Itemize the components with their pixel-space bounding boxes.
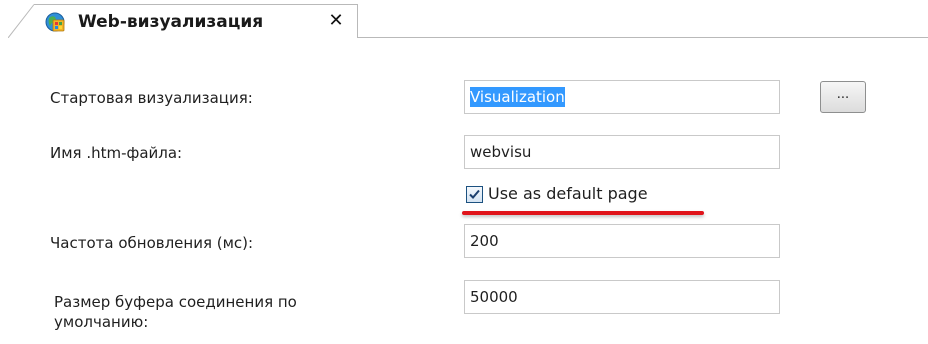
tab-strip: Web-визуализация ✕: [0, 0, 928, 38]
htm-file-name-label: Имя .htm-файла:: [50, 144, 183, 162]
default-page-label[interactable]: Use as default page: [488, 184, 648, 203]
web-visualization-icon: [44, 11, 66, 33]
highlight-underline: [462, 211, 704, 215]
tab-strip-divider: [358, 37, 928, 38]
refresh-rate-label: Частота обновления (мс):: [50, 234, 254, 252]
refresh-rate-input[interactable]: 200: [464, 224, 780, 258]
tab-web-visualization[interactable]: Web-визуализация ✕: [34, 4, 358, 38]
close-icon[interactable]: ✕: [326, 11, 346, 31]
checkmark-icon: [469, 189, 480, 199]
web-visualization-panel: Web-визуализация ✕ Стартовая визуализаци…: [0, 0, 928, 344]
htm-file-name-input[interactable]: webvisu: [464, 135, 780, 169]
buffer-size-label: Размер буфера соединения по умолчанию:: [54, 293, 297, 331]
start-visualization-input[interactable]: Visualization: [464, 80, 780, 114]
buffer-size-input[interactable]: 50000: [464, 280, 780, 314]
start-visualization-label: Стартовая визуализация:: [50, 89, 253, 107]
default-page-checkbox[interactable]: [466, 186, 483, 203]
tab-title: Web-визуализация: [78, 12, 264, 32]
start-visualization-value: Visualization: [470, 87, 565, 107]
browse-button[interactable]: ...: [820, 81, 866, 113]
